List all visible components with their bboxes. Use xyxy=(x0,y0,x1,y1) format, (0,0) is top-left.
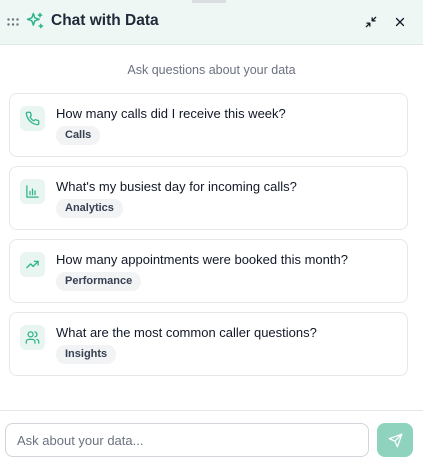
suggestion-icon-container xyxy=(20,252,45,277)
phone-icon xyxy=(25,111,40,126)
suggestion-tag: Analytics xyxy=(56,199,123,218)
suggestion-tag: Performance xyxy=(56,272,142,291)
suggestion-icon-container xyxy=(20,325,45,350)
suggestion-card-performance[interactable]: How many appointments were booked this m… xyxy=(9,239,408,303)
suggestion-card-analytics[interactable]: What's my busiest day for incoming calls… xyxy=(9,166,408,230)
bar-chart-icon xyxy=(26,185,39,198)
suggestion-card-insights[interactable]: What are the most common caller question… xyxy=(9,312,408,376)
trending-up-icon xyxy=(26,260,39,269)
suggestion-icon-container xyxy=(20,179,45,204)
suggestion-icon-container xyxy=(20,106,45,131)
chat-subtitle: Ask questions about your data xyxy=(127,63,296,77)
minimize-icon xyxy=(365,16,377,28)
drag-handle-icon[interactable] xyxy=(7,18,19,26)
resize-handle[interactable] xyxy=(192,0,226,3)
close-button[interactable] xyxy=(391,13,409,31)
send-icon xyxy=(388,433,402,447)
users-icon xyxy=(25,331,40,344)
chat-title: Chat with Data xyxy=(51,12,159,29)
send-button[interactable] xyxy=(377,423,413,457)
suggestion-card-calls[interactable]: How many calls did I receive this week? … xyxy=(9,93,408,157)
close-icon xyxy=(395,17,405,27)
suggestion-question: What's my busiest day for incoming calls… xyxy=(56,179,297,194)
suggestion-question: What are the most common caller question… xyxy=(56,325,317,340)
minimize-button[interactable] xyxy=(362,13,380,31)
suggestion-tag: Insights xyxy=(56,345,117,364)
sparkle-icon xyxy=(26,12,44,29)
suggestion-question: How many appointments were booked this m… xyxy=(56,252,348,267)
chat-header: Chat with Data xyxy=(0,0,423,45)
chat-input[interactable] xyxy=(5,423,369,457)
suggestion-question: How many calls did I receive this week? xyxy=(56,106,286,121)
suggestion-tag: Calls xyxy=(56,126,101,145)
